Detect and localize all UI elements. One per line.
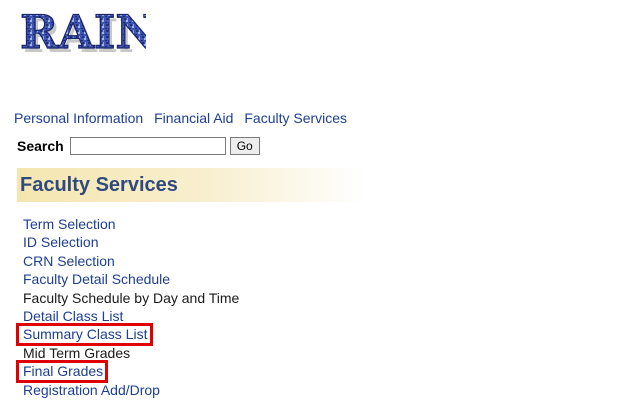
search-bar: Search Go bbox=[17, 136, 260, 156]
search-label: Search bbox=[17, 138, 64, 154]
menu-faculty-schedule-by-day-and-time[interactable]: Faculty Schedule by Day and Time bbox=[23, 289, 239, 307]
menu-crn-selection[interactable]: CRN Selection bbox=[23, 252, 239, 270]
nav-faculty-services[interactable]: Faculty Services bbox=[244, 110, 347, 126]
top-navigation: Personal Information Financial Aid Facul… bbox=[14, 110, 347, 126]
rain-logo: RAIN RAIN bbox=[19, 4, 146, 63]
menu-registration-add-drop[interactable]: Registration Add/Drop bbox=[23, 381, 239, 399]
menu-id-selection[interactable]: ID Selection bbox=[23, 233, 239, 251]
logo-text: RAIN bbox=[20, 5, 146, 59]
menu-term-selection[interactable]: Term Selection bbox=[23, 215, 239, 233]
highlight-final-grades bbox=[16, 360, 108, 383]
menu-faculty-detail-schedule[interactable]: Faculty Detail Schedule bbox=[23, 270, 239, 288]
page-title: Faculty Services bbox=[20, 174, 178, 196]
section-banner: Faculty Services bbox=[17, 168, 367, 202]
nav-personal-information[interactable]: Personal Information bbox=[14, 110, 143, 126]
highlight-summary-class-list bbox=[16, 323, 153, 346]
nav-financial-aid[interactable]: Financial Aid bbox=[154, 110, 233, 126]
go-button[interactable]: Go bbox=[229, 137, 260, 155]
search-input[interactable] bbox=[69, 137, 226, 155]
